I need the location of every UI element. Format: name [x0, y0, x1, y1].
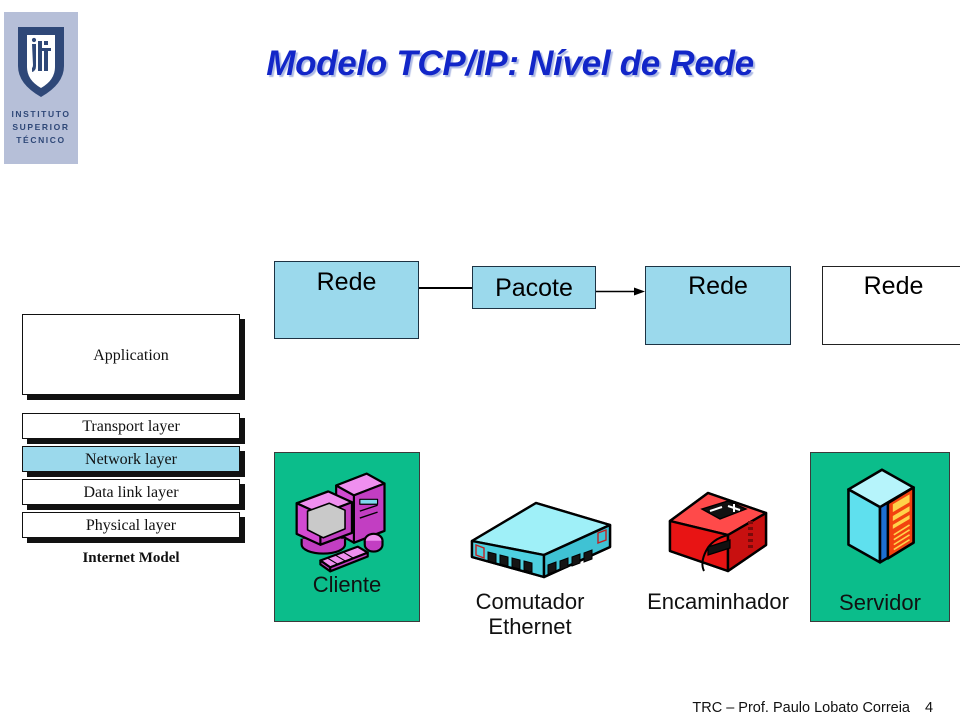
switch-label: Comutador Ethernet	[475, 589, 585, 639]
desktop-computer-icon	[295, 472, 386, 573]
ist-logo: INSTITUTO SUPERIOR TÉCNICO	[4, 12, 78, 164]
connector-line	[419, 287, 472, 289]
flow-box-rede-3: Rede	[822, 266, 960, 345]
layer-physical: Physical layer	[22, 512, 240, 538]
client-label: Cliente	[312, 572, 382, 597]
ist-shield-icon	[18, 27, 64, 97]
flow-box-pacote: Pacote	[472, 266, 596, 309]
flow-box-rede-1-label: Rede	[316, 268, 377, 296]
page-number: 4	[924, 700, 934, 716]
layer-data-link: Data link layer	[22, 479, 240, 505]
layer-physical-label: Physical layer	[85, 517, 177, 534]
slide-title: Modelo TCP/IP: Nível de Rede	[266, 44, 754, 83]
layer-network: Network layer	[22, 446, 240, 472]
slide-canvas: INSTITUTO SUPERIOR TÉCNICO Modelo TCP/IP…	[0, 0, 960, 721]
ist-wordmark: INSTITUTO SUPERIOR TÉCNICO	[4, 108, 78, 147]
ist-wordmark-line2: SUPERIOR	[12, 122, 70, 132]
layer-application-label: Application	[93, 347, 169, 364]
footer-credit: TRC – Prof. Paulo Lobato Correia	[692, 700, 910, 716]
ethernet-switch-icon	[470, 501, 612, 579]
server-label: Servidor	[839, 590, 921, 615]
server-rack-icon	[847, 468, 915, 564]
flow-box-rede-3-label: Rede	[863, 272, 924, 300]
layer-transport-label: Transport layer	[82, 418, 180, 435]
flow-box-rede-2-label: Rede	[688, 272, 748, 300]
ist-wordmark-line3: TÉCNICO	[16, 135, 66, 145]
layer-application: Application	[22, 314, 240, 395]
flow-box-rede-1: Rede	[274, 261, 419, 339]
layer-network-label: Network layer	[85, 451, 177, 468]
ist-wordmark-line1: INSTITUTO	[11, 109, 71, 119]
layer-transport: Transport layer	[22, 413, 240, 439]
router-icon	[668, 491, 768, 573]
arrow-right-icon	[596, 287, 645, 296]
flow-box-pacote-label: Pacote	[495, 274, 573, 302]
flow-box-rede-2: Rede	[645, 266, 791, 345]
layer-data-link-label: Data link layer	[83, 484, 179, 501]
stack-caption: Internet Model	[82, 550, 180, 566]
router-label: Encaminhador	[647, 589, 789, 614]
